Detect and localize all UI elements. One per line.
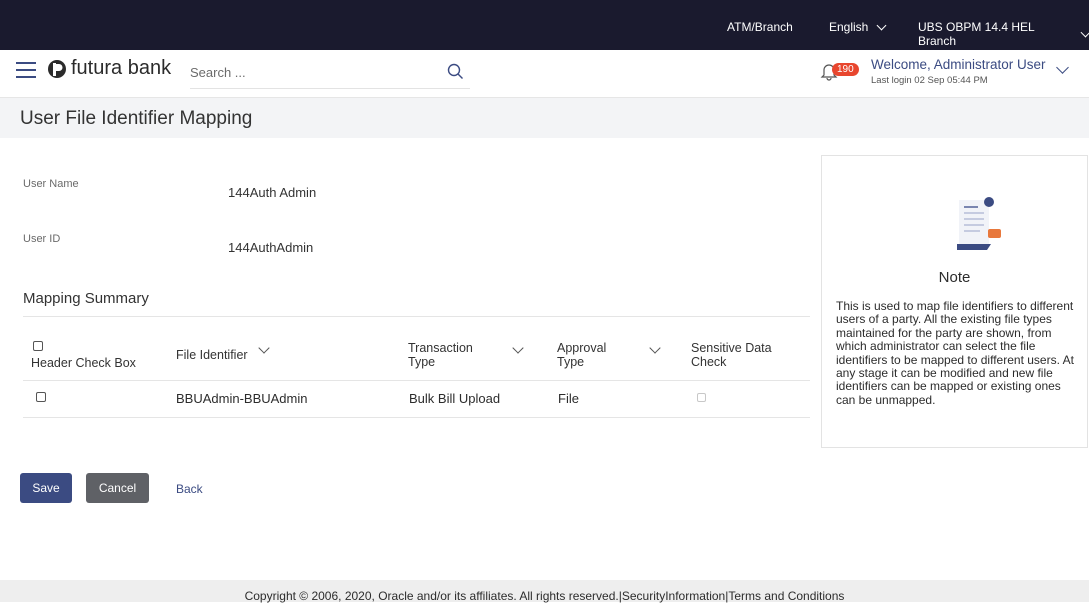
file-identifier-cell: BBUAdmin-BBUAdmin bbox=[176, 391, 308, 406]
search-input[interactable] bbox=[190, 59, 430, 85]
user-menu[interactable]: Welcome, Administrator User Last login 0… bbox=[871, 57, 1069, 86]
chevron-down-icon bbox=[1056, 61, 1069, 74]
chevron-down-icon[interactable] bbox=[258, 342, 270, 354]
menu-icon[interactable] bbox=[16, 62, 36, 79]
search-box bbox=[190, 59, 470, 89]
divider bbox=[23, 380, 810, 381]
note-panel: Note This is used to map file identifier… bbox=[821, 155, 1088, 448]
chevron-down-icon[interactable] bbox=[649, 342, 661, 354]
language-label: English bbox=[829, 20, 869, 34]
chevron-down-icon bbox=[876, 20, 887, 30]
row-checkbox[interactable] bbox=[36, 392, 46, 402]
futura-logo-icon bbox=[48, 59, 66, 78]
header-check-column: Header Check Box bbox=[31, 356, 136, 370]
user-name-label: User Name bbox=[23, 178, 79, 190]
mapping-summary-title: Mapping Summary bbox=[23, 290, 149, 307]
sensitive-data-column: Sensitive Data Check bbox=[691, 341, 772, 369]
atm-branch-link[interactable]: ATM/Branch bbox=[727, 20, 793, 34]
header-checkbox[interactable] bbox=[33, 341, 43, 351]
note-text: This is used to map file identifiers to … bbox=[836, 299, 1074, 407]
copyright-text: Copyright © 2006, 2020, Oracle and/or it… bbox=[244, 589, 845, 603]
chevron-down-icon bbox=[1080, 27, 1089, 37]
divider bbox=[23, 316, 810, 317]
app-header: futura bank 190 Welcome, Administrator U… bbox=[0, 50, 1089, 98]
user-id-value: 144AuthAdmin bbox=[228, 240, 314, 255]
back-link[interactable]: Back bbox=[176, 482, 203, 496]
language-selector[interactable]: English bbox=[829, 20, 887, 34]
brand-logo[interactable]: futura bank bbox=[47, 57, 171, 80]
note-title: Note bbox=[938, 269, 971, 286]
branch-selector[interactable]: UBS OBPM 14.4 HEL Branch bbox=[918, 20, 1089, 48]
transaction-type-cell: Bulk Bill Upload bbox=[409, 391, 501, 406]
save-button[interactable]: Save bbox=[20, 473, 72, 503]
document-illustration-icon bbox=[957, 197, 1001, 250]
file-identifier-column[interactable]: File Identifier bbox=[176, 348, 248, 362]
chevron-down-icon[interactable] bbox=[512, 342, 524, 354]
divider bbox=[23, 417, 810, 418]
welcome-text: Welcome, Administrator User bbox=[871, 57, 1046, 72]
brand-name: futura bank bbox=[71, 57, 172, 79]
transaction-type-column[interactable]: Transaction Type bbox=[408, 341, 498, 369]
top-bar: ATM/Branch English UBS OBPM 14.4 HEL Bra… bbox=[0, 0, 1089, 50]
user-name-value: 144Auth Admin bbox=[228, 185, 317, 200]
last-login-text: Last login 02 Sep 05:44 PM bbox=[871, 75, 988, 86]
user-id-label: User ID bbox=[23, 233, 61, 245]
page-title: User File Identifier Mapping bbox=[20, 108, 253, 129]
title-bar: User File Identifier Mapping bbox=[0, 98, 1089, 138]
notification-badge[interactable]: 190 bbox=[832, 63, 859, 76]
footer: Copyright © 2006, 2020, Oracle and/or it… bbox=[0, 580, 1089, 603]
approval-type-column[interactable]: Approval Type bbox=[557, 341, 617, 369]
search-icon[interactable] bbox=[447, 63, 464, 80]
branch-label: UBS OBPM 14.4 HEL Branch bbox=[918, 20, 1035, 48]
approval-type-cell: File bbox=[558, 391, 579, 406]
sensitive-data-checkbox bbox=[697, 393, 706, 402]
atm-branch-label: ATM/Branch bbox=[727, 20, 793, 34]
cancel-button[interactable]: Cancel bbox=[86, 473, 149, 503]
